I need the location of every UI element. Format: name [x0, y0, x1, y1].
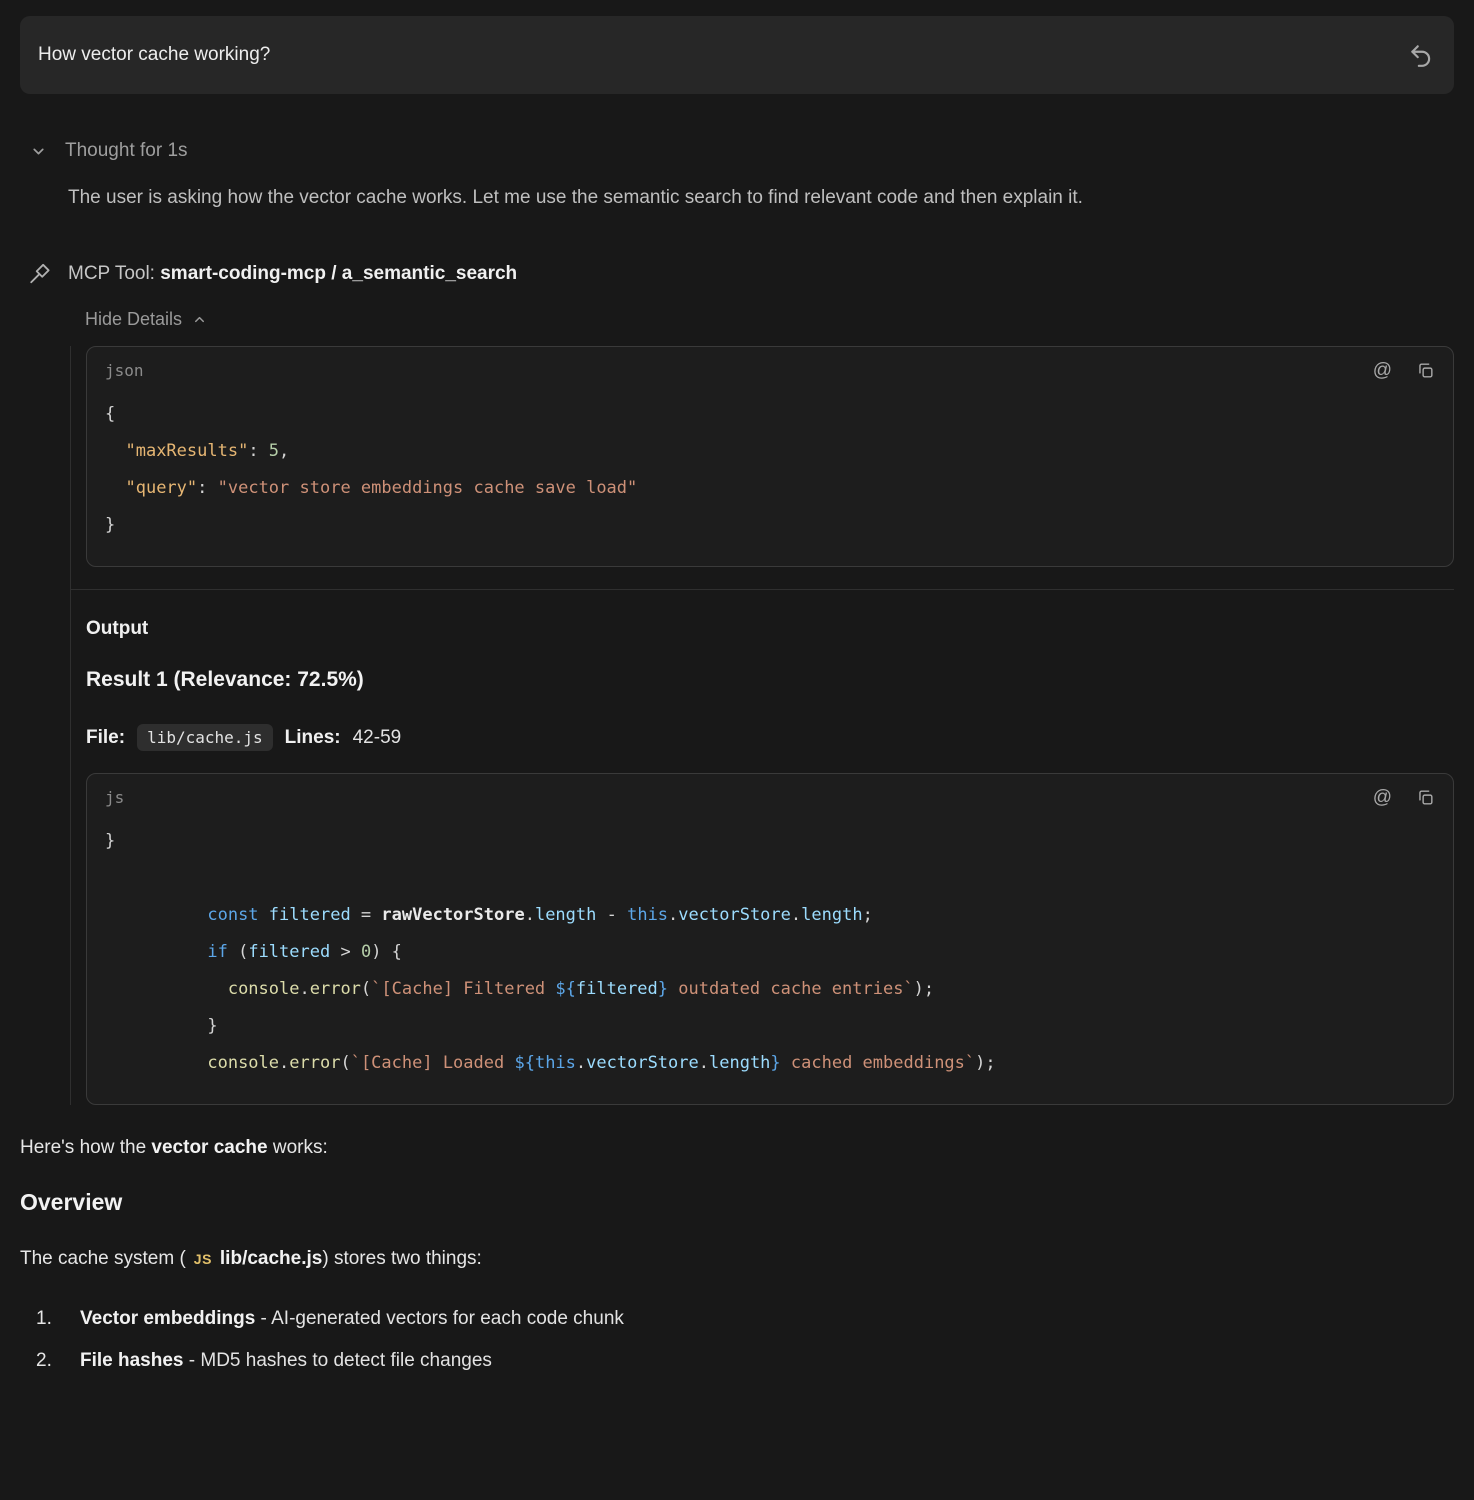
list-item-number: 1. — [36, 1306, 80, 1332]
at-mention-icon[interactable]: @ — [1373, 361, 1392, 380]
js-file-icon: JS — [194, 1251, 212, 1267]
list-item-desc: - MD5 hashes to detect file changes — [184, 1350, 492, 1371]
overview-heading: Overview — [20, 1189, 1454, 1216]
chat-page: How vector cache working? Thought for 1s… — [0, 0, 1474, 1374]
hide-details-toggle[interactable]: Hide Details — [85, 309, 207, 330]
input-code-block: json @ { "maxResults": 5, "query": "vect… — [86, 346, 1454, 567]
code-header: json @ — [87, 347, 1453, 380]
output-code-content: } const filtered = rawVectorStore.length… — [87, 807, 1453, 1104]
list-item-text: Vector embeddings - AI-generated vectors… — [80, 1306, 624, 1332]
list-item-term: File hashes — [80, 1350, 184, 1371]
mcp-tool-row: MCP Tool: smart-coding-mcp / a_semantic_… — [28, 263, 1454, 285]
list-item: 1. Vector embeddings - AI-generated vect… — [36, 1306, 1454, 1332]
file-label: File: — [86, 727, 125, 749]
tool-details: Hide Details json @ — [70, 309, 1454, 1105]
code-header: js @ — [87, 774, 1453, 807]
input-code-content: { "maxResults": 5, "query": "vector stor… — [87, 380, 1453, 566]
at-mention-icon[interactable]: @ — [1373, 788, 1392, 807]
lines-label: Lines: — [285, 727, 341, 749]
undo-icon — [1408, 42, 1434, 68]
numbered-list: 1. Vector embeddings - AI-generated vect… — [36, 1306, 1454, 1374]
chevron-up-icon — [192, 312, 207, 327]
copy-icon[interactable] — [1416, 361, 1435, 380]
cache-system-line: The cache system ( JS lib/cache.js ) sto… — [20, 1248, 1454, 1270]
code-actions: @ — [1373, 361, 1435, 380]
list-item: 2. File hashes - MD5 hashes to detect fi… — [36, 1348, 1454, 1374]
result-heading: Result 1 (Relevance: 72.5%) — [86, 668, 1454, 692]
list-item-desc: - AI-generated vectors for each code chu… — [255, 1308, 624, 1329]
list-item-number: 2. — [36, 1348, 80, 1374]
tool-details-body: json @ { "maxResults": 5, "query": "vect… — [70, 346, 1454, 1105]
answer-intro-prefix: Here's how the — [20, 1137, 151, 1158]
code-language-label: js — [105, 788, 124, 807]
cache-line-suffix: ) stores two things: — [322, 1248, 481, 1270]
assistant-answer: Here's how the vector cache works: Overv… — [20, 1137, 1454, 1374]
lines-value: 42-59 — [353, 727, 402, 749]
cache-line-prefix: The cache system ( — [20, 1248, 186, 1270]
details-divider — [71, 589, 1454, 590]
user-message-text: How vector cache working? — [38, 44, 270, 66]
answer-intro: Here's how the vector cache works: — [20, 1137, 1454, 1159]
output-code-block: js @ } const filtered = rawVectorStore.l… — [86, 773, 1454, 1105]
mcp-tool-name: smart-coding-mcp / a_semantic_search — [160, 263, 517, 284]
hide-details-label: Hide Details — [85, 309, 182, 330]
mcp-tool-prefix: MCP Tool: — [68, 263, 160, 284]
code-actions: @ — [1373, 788, 1435, 807]
mcp-tool-icon — [28, 263, 50, 285]
output-heading: Output — [86, 618, 1454, 640]
cache-file-path: lib/cache.js — [220, 1248, 322, 1270]
file-row: File: lib/cache.js Lines: 42-59 — [86, 724, 1454, 751]
list-item-term: Vector embeddings — [80, 1308, 255, 1329]
undo-button[interactable] — [1408, 42, 1434, 68]
user-message: How vector cache working? — [20, 16, 1454, 94]
answer-intro-suffix: works: — [268, 1137, 328, 1158]
copy-icon[interactable] — [1416, 788, 1435, 807]
list-item-text: File hashes - MD5 hashes to detect file … — [80, 1348, 492, 1374]
thought-label: Thought for 1s — [65, 140, 188, 162]
mcp-tool-label: MCP Tool: smart-coding-mcp / a_semantic_… — [68, 263, 517, 285]
thought-body: The user is asking how the vector cache … — [68, 178, 1418, 217]
chevron-down-icon — [30, 143, 47, 160]
code-language-label: json — [105, 361, 144, 380]
file-path-chip: lib/cache.js — [137, 724, 273, 751]
thought-toggle[interactable]: Thought for 1s — [30, 140, 1454, 162]
answer-intro-bold: vector cache — [151, 1137, 267, 1158]
